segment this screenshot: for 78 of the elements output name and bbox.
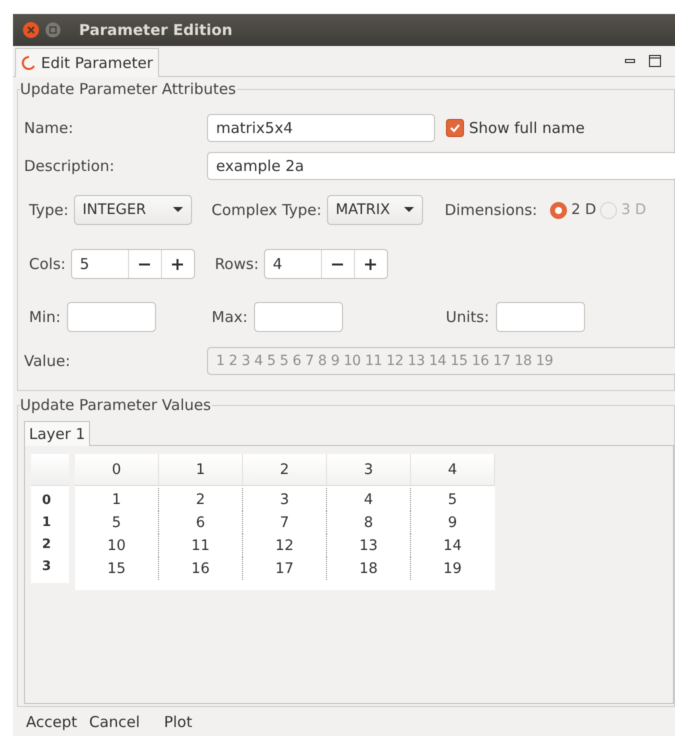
table-cell: 15 — [75, 557, 159, 580]
column-header: 1 — [159, 454, 243, 486]
minimize-button[interactable] — [625, 56, 635, 66]
input-field[interactable] — [66, 302, 156, 332]
field-label: Min: — [29, 308, 61, 326]
dialog-button[interactable]: Accept — [21, 712, 82, 732]
dialog-button[interactable]: Plot — [158, 712, 198, 732]
table-cell: 8 — [327, 511, 411, 534]
table-cell-text: 14 — [442, 536, 463, 556]
plus-icon — [365, 258, 376, 270]
input-field[interactable] — [496, 302, 586, 332]
column-header: 2 — [243, 454, 327, 486]
table-cell: 10 — [75, 534, 159, 557]
close-icon — [23, 22, 39, 38]
checkbox[interactable] — [446, 119, 464, 137]
dropdown[interactable]: MATRIX — [326, 195, 423, 225]
input-field[interactable]: matrix5x4 — [207, 114, 435, 142]
field-label: Description: — [24, 157, 116, 175]
table-cell: 13 — [327, 534, 411, 557]
row-header: 0 — [41, 492, 52, 510]
caret-icon — [172, 207, 183, 213]
maximize-icon — [45, 22, 61, 38]
table-cell: 4 — [327, 488, 411, 511]
window-title: Parameter Edition — [79, 21, 232, 39]
table-cell: 5 — [75, 511, 159, 534]
field-label: Complex Type: — [212, 201, 322, 219]
spinner-icon — [21, 55, 37, 71]
field-label: Value: — [24, 352, 72, 370]
maximize-view-button[interactable] — [649, 55, 661, 67]
window-icon — [649, 55, 661, 67]
maximize-button[interactable] — [44, 21, 62, 39]
input-field[interactable] — [254, 302, 343, 332]
table-cell-text: 9 — [446, 514, 458, 532]
column-header: 0 — [75, 454, 159, 486]
group-title: Update Parameter Values — [20, 396, 212, 414]
tab[interactable]: Edit Parameter — [15, 48, 159, 77]
dialog-button[interactable]: Cancel — [84, 712, 145, 732]
field-label: Units: — [446, 308, 490, 326]
table-cell: 17 — [243, 557, 327, 580]
plus-icon — [172, 258, 184, 270]
table-cell: 6 — [159, 511, 243, 534]
spin-field[interactable]: 4 — [264, 249, 388, 279]
field-label: Name: — [24, 119, 74, 137]
field-label: Cols: — [29, 255, 66, 273]
row-header: 2 — [41, 536, 52, 554]
field-label: Dimensions: — [444, 201, 538, 219]
table-cell: 3 — [243, 488, 327, 511]
spin-field[interactable]: 5 — [70, 249, 195, 279]
table-cell: 16 — [159, 557, 243, 580]
table-cell: 1 — [75, 488, 159, 511]
tab[interactable]: Layer 1 — [24, 421, 90, 446]
group-title: Update Parameter Attributes — [20, 80, 237, 98]
table-cell: 11 — [159, 534, 243, 557]
field-label: Type: — [29, 201, 69, 219]
input-field[interactable]: example 2a — [207, 152, 675, 180]
column-header: 4 — [411, 454, 495, 486]
table-cell: 12 — [243, 534, 327, 557]
caret-icon — [404, 207, 414, 213]
check-icon — [449, 122, 461, 134]
row-header: 3 — [41, 558, 52, 576]
radio-label: 3 D — [621, 202, 646, 218]
table-cell: 7 — [243, 511, 327, 534]
table-cell: 2 — [159, 488, 243, 511]
table-corner — [31, 454, 69, 486]
row-header: 1 — [41, 514, 52, 532]
field-label: Max: — [212, 308, 248, 326]
dropdown[interactable]: INTEGER — [74, 195, 192, 225]
minimize-icon — [625, 56, 635, 66]
close-button[interactable] — [22, 21, 40, 39]
radio-button[interactable] — [550, 202, 568, 218]
table-cell: 18 — [327, 557, 411, 580]
column-header: 3 — [327, 454, 411, 486]
radio-label: 2 D — [571, 202, 596, 218]
tab-label: Edit Parameter — [41, 54, 153, 72]
table-cell-text: 5 — [446, 490, 458, 510]
checkbox-label: Show full name — [469, 119, 585, 137]
field-label: Rows: — [214, 255, 259, 273]
table-cell-text: 19 — [442, 560, 463, 578]
